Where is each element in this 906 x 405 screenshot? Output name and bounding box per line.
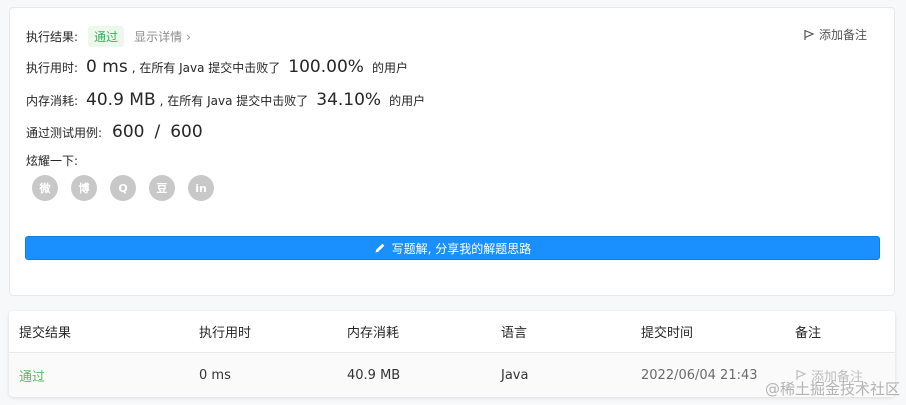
runtime-row: 执行用时: 0 ms , 在所有 Java 提交中击败了 100.00% 的用户: [26, 57, 408, 77]
header-note: 备注: [795, 326, 822, 341]
memory-label: 内存消耗:: [26, 93, 79, 108]
testcases-label: 通过测试用例:: [26, 125, 103, 140]
status-badge: 通过: [88, 26, 125, 47]
runtime-value: 0 ms: [86, 57, 128, 77]
header-language: 语言: [501, 326, 528, 341]
header-result: 提交结果: [19, 326, 72, 341]
row-submit-time: 2022/06/04 21:43: [641, 367, 758, 383]
result-row: 执行结果: 通过 显示详情 ›: [26, 26, 191, 47]
testcases-passed: 600: [112, 122, 145, 142]
share-icons: 微 博 Q 豆 in: [32, 175, 214, 201]
submissions-table: 提交结果 执行用时 内存消耗 语言 提交时间 备注 通过 0 ms 40.9 M…: [9, 311, 895, 397]
header-memory: 内存消耗: [347, 326, 400, 341]
linkedin-icon[interactable]: in: [188, 175, 214, 201]
share-label: 炫耀一下:: [26, 154, 79, 168]
chevron-right-icon: ›: [186, 30, 191, 44]
runtime-suffix: 的用户: [371, 60, 408, 75]
show-details-label: 显示详情: [134, 30, 183, 44]
testcases-separator: /: [154, 122, 161, 142]
memory-suffix: 的用户: [389, 93, 426, 108]
memory-value: 40.9 MB: [86, 90, 156, 110]
weibo-icon[interactable]: 博: [71, 175, 97, 201]
write-solution-label: 写题解, 分享我的解题思路: [391, 241, 532, 256]
wechat-icon[interactable]: 微: [32, 175, 58, 201]
add-note-button[interactable]: 添加备注: [803, 26, 867, 43]
row-result-link[interactable]: 通过: [19, 366, 45, 385]
header-runtime: 执行用时: [199, 326, 252, 341]
memory-row: 内存消耗: 40.9 MB , 在所有 Java 提交中击败了 34.10% 的…: [26, 90, 425, 110]
row-language: Java: [501, 367, 529, 383]
show-details-link[interactable]: 显示详情 ›: [134, 28, 191, 45]
testcases-total: 600: [170, 122, 203, 142]
pencil-icon: [375, 243, 384, 253]
table-header: 提交结果 执行用时 内存消耗 语言 提交时间 备注: [9, 311, 895, 353]
result-label: 执行结果:: [26, 30, 79, 44]
memory-beats-text: , 在所有 Java 提交中击败了: [159, 93, 309, 108]
runtime-label: 执行用时:: [26, 60, 79, 75]
testcases-row: 通过测试用例: 600 / 600: [26, 122, 203, 142]
memory-percent: 34.10%: [316, 90, 382, 110]
qq-icon[interactable]: Q: [110, 175, 136, 201]
add-note-label: 添加备注: [818, 28, 867, 42]
write-solution-button[interactable]: 写题解, 分享我的解题思路: [25, 236, 880, 260]
douban-icon[interactable]: 豆: [149, 175, 175, 201]
submission-result-panel: 执行结果: 通过 显示详情 › 添加备注 执行用时: 0 ms , 在所有 Jav…: [9, 7, 895, 296]
runtime-beats-text: , 在所有 Java 提交中击败了: [131, 60, 281, 75]
runtime-percent: 100.00%: [288, 57, 364, 77]
table-row[interactable]: 通过 0 ms 40.9 MB Java 2022/06/04 21:43 添加…: [9, 353, 895, 397]
share-row: 炫耀一下:: [26, 152, 78, 169]
row-memory: 40.9 MB: [347, 367, 401, 383]
header-submit-time: 提交时间: [641, 326, 694, 341]
watermark: @稀土掘金技术社区: [764, 380, 900, 398]
row-runtime: 0 ms: [199, 367, 231, 383]
flag-icon: [804, 29, 815, 40]
